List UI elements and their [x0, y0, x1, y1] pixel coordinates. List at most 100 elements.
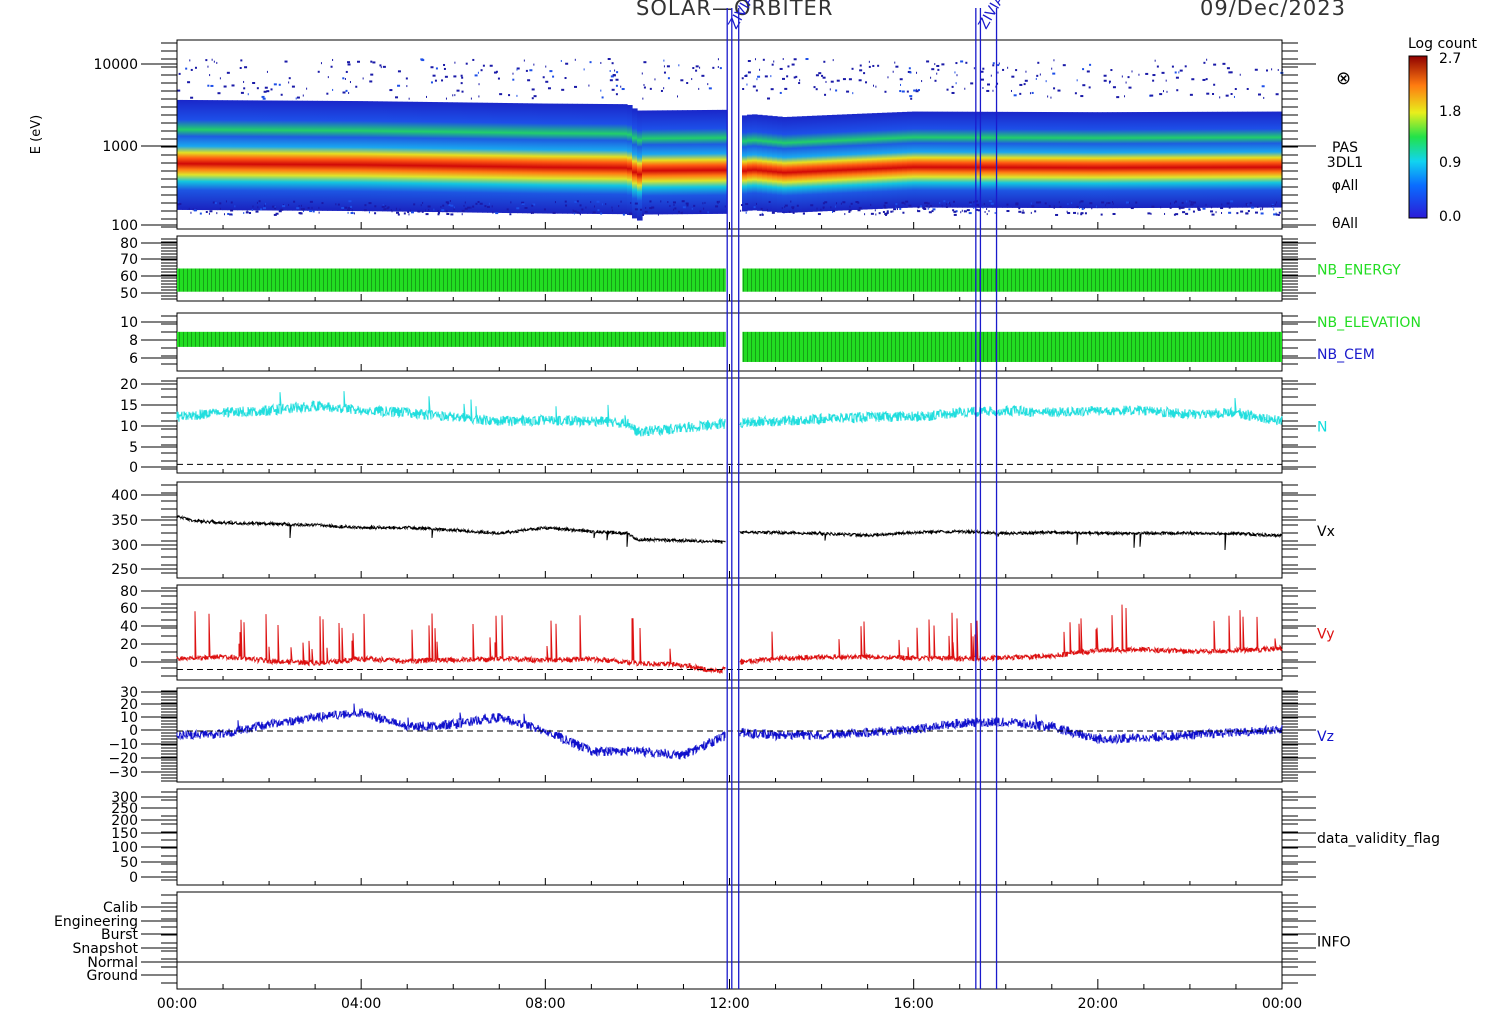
- spectrogram-cell: [1017, 111, 1023, 208]
- spectrogram-cell: [572, 103, 578, 214]
- spectrogram-speck: [492, 211, 494, 214]
- spectrogram-cell: [537, 103, 543, 214]
- spectrogram-speck: [899, 78, 903, 81]
- spectrogram-cell: [512, 103, 518, 214]
- spectrogram-speck: [1206, 92, 1210, 95]
- spectrogram-speck: [379, 64, 382, 67]
- plot-figure: SOLAR—ORBITER 09/Dec/2023 Log count 2.7 …: [29, 0, 1477, 1012]
- spectrogram-speck: [368, 211, 370, 214]
- spectrogram-speck: [210, 84, 214, 87]
- spectrogram-cell: [607, 104, 613, 215]
- spectrogram-cell: [317, 100, 323, 211]
- spectrogram-cell: [552, 103, 558, 214]
- spectrogram-speck: [952, 200, 955, 203]
- spectrogram-speck: [311, 206, 313, 209]
- spectrogram-cell: [747, 114, 753, 211]
- spectrogram-speck: [1178, 71, 1180, 74]
- spectrogram-cell: [1097, 112, 1103, 209]
- spectrogram-speck: [973, 206, 975, 209]
- spectrogram-speck: [900, 83, 902, 86]
- spectrogram-speck: [1019, 83, 1023, 86]
- spectrogram-speck: [251, 208, 253, 211]
- spectrogram-cell: [252, 100, 258, 211]
- spectrogram-image: [177, 58, 1284, 221]
- spectrogram-speck: [1191, 78, 1195, 81]
- spectrogram-cell: [452, 102, 458, 213]
- spectrogram-speck: [870, 203, 872, 206]
- spectrogram-speck: [1246, 87, 1249, 90]
- spectrogram-cell: [1037, 111, 1043, 208]
- spectrogram-speck: [1160, 206, 1162, 209]
- spectrogram-speck: [307, 207, 310, 210]
- spectrogram-cell: [392, 101, 398, 212]
- spectrogram-cell: [647, 110, 653, 215]
- spectrogram-cell: [782, 117, 788, 214]
- spectrogram-speck: [909, 95, 913, 98]
- spectrogram-speck: [337, 203, 340, 206]
- spectrogram-speck: [761, 213, 764, 216]
- spectrogram-speck: [779, 67, 783, 70]
- panel-frame: [176, 584, 1283, 681]
- spectrogram-speck: [244, 66, 248, 69]
- spectrogram-speck: [554, 201, 556, 204]
- spectrogram-cell: [422, 101, 428, 212]
- spectrogram-speck: [1125, 81, 1127, 84]
- spectrogram-cell: [1272, 111, 1278, 208]
- spectrogram-speck: [886, 210, 889, 213]
- spectrogram-speck: [456, 89, 460, 92]
- spectrogram-speck: [988, 200, 992, 203]
- spectrogram-speck: [782, 77, 786, 80]
- spectrogram-speck: [924, 202, 927, 205]
- y-tick-label: −30: [108, 765, 138, 781]
- spectrogram-speck: [1135, 201, 1138, 204]
- spectrogram-speck: [945, 205, 948, 208]
- spectrogram-cell: [652, 110, 658, 215]
- spectrogram-speck: [374, 212, 377, 215]
- x-tick-label: 20:00: [1078, 996, 1118, 1012]
- spectrogram-speck: [1257, 205, 1259, 208]
- y-tick-label: 60: [120, 269, 138, 285]
- spectrogram-speck: [342, 77, 345, 80]
- spectrogram-speck: [932, 208, 936, 211]
- spectrogram-speck: [928, 211, 932, 214]
- spectrogram-cell: [1182, 111, 1188, 208]
- spectrogram-cell: [207, 100, 213, 211]
- spectrogram-speck: [1091, 207, 1093, 210]
- spectrogram-cell: [842, 114, 848, 211]
- spectrogram-speck: [994, 211, 996, 214]
- spectrogram-speck: [381, 205, 385, 208]
- spectrogram-speck: [815, 88, 818, 91]
- spectrogram-speck: [1076, 205, 1079, 208]
- spectrogram-speck: [822, 207, 824, 210]
- spectrogram-speck: [1059, 205, 1062, 208]
- series-label: Vx: [1317, 524, 1335, 540]
- spectrogram-speck: [230, 201, 233, 204]
- spectrogram-speck: [230, 209, 234, 212]
- spectrogram-cell: [577, 103, 583, 214]
- spectrogram-speck: [216, 212, 218, 215]
- y-tick-label: 0: [129, 870, 138, 886]
- spectrogram-speck: [771, 63, 774, 66]
- spectrogram-cell: [787, 116, 793, 213]
- spectrogram-speck: [585, 206, 587, 209]
- spectrogram-cell: [882, 112, 888, 209]
- spectrogram-speck: [988, 210, 990, 213]
- spectrogram-speck: [564, 200, 567, 203]
- spectrogram-speck: [875, 85, 877, 88]
- spectrogram-speck: [1228, 206, 1231, 209]
- spectrogram-speck: [1188, 208, 1191, 211]
- spectrogram-speck: [1047, 95, 1049, 98]
- spectrogram-cell: [227, 100, 233, 211]
- spectrogram-speck: [214, 202, 217, 205]
- spectrogram-speck: [399, 208, 401, 211]
- colorbar-title: Log count: [1408, 36, 1477, 52]
- spectrogram-speck: [1169, 206, 1172, 209]
- spectrogram-cell: [282, 100, 288, 211]
- spectrogram-speck: [884, 206, 887, 209]
- spectrogram-speck: [1273, 213, 1277, 216]
- spectrogram-speck: [821, 74, 824, 77]
- colorbar-tick-label: 2.7: [1439, 51, 1461, 67]
- spectrogram-cell: [397, 101, 403, 212]
- spectrogram-speck: [396, 211, 400, 214]
- x-tick-label: 16:00: [893, 996, 933, 1012]
